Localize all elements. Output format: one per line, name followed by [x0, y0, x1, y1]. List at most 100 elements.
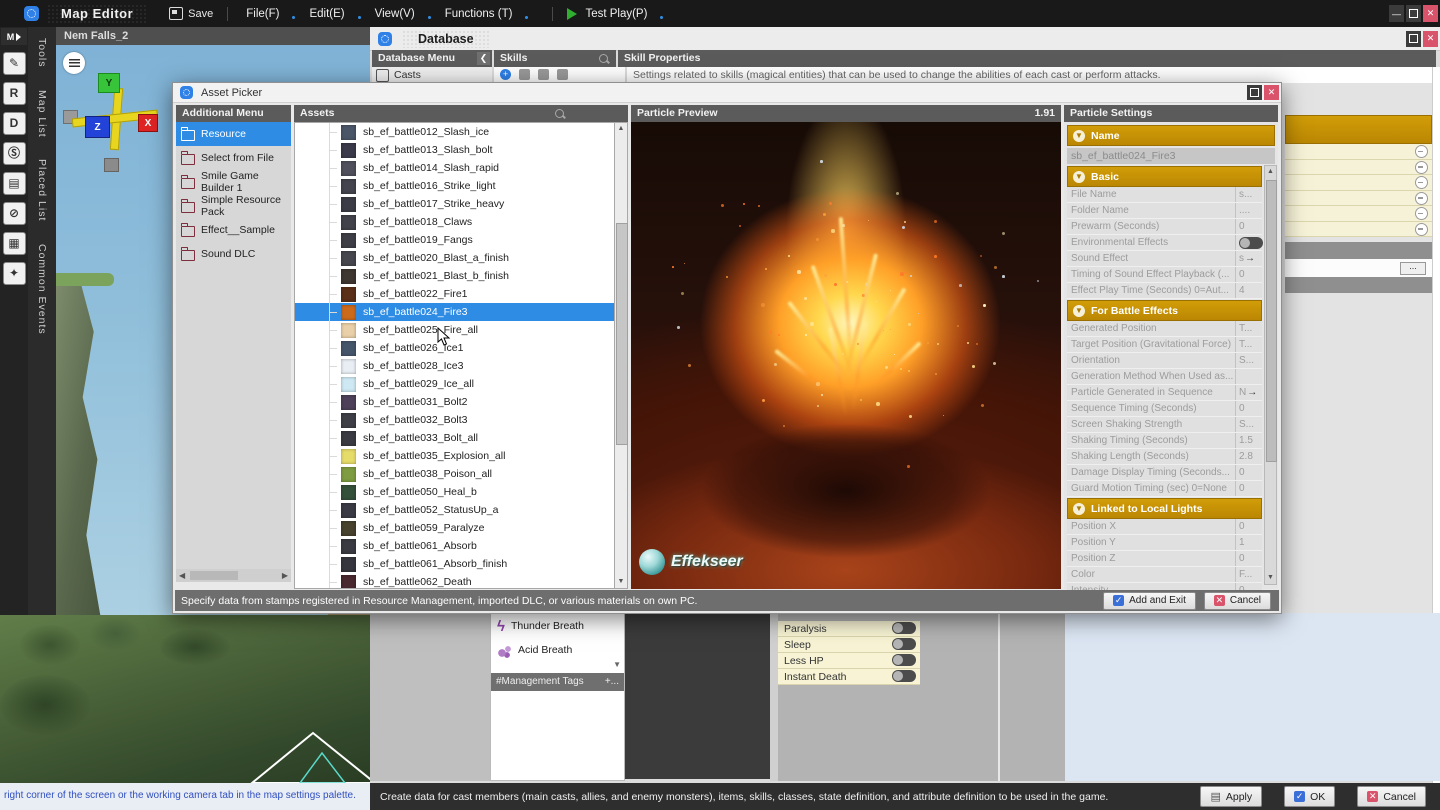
list-item[interactable]: sb_ef_battle052_StatusUp_a — [295, 501, 627, 519]
close-button[interactable]: ✕ — [1264, 85, 1279, 100]
property-row[interactable]: Particle Generated in SequenceN→ — [1067, 385, 1262, 401]
property-row[interactable]: Shaking Timing (Seconds)1.5 — [1067, 433, 1262, 449]
scrollbar-thumb[interactable] — [1266, 180, 1277, 462]
side-tab-map-list[interactable]: Map List — [36, 79, 48, 149]
toggle-switch[interactable] — [892, 654, 916, 666]
table-row[interactable] — [1285, 206, 1432, 222]
menu-item-view-v[interactable]: View(V) — [371, 8, 419, 20]
system-tool-icon[interactable]: Ⓢ — [3, 142, 26, 165]
scroll-left-icon[interactable]: ◀ — [179, 571, 185, 580]
property-row[interactable]: Sequence Timing (Seconds)0 — [1067, 401, 1262, 417]
section-header-linked-to-local-lights[interactable]: ▼Linked to Local Lights — [1067, 498, 1262, 519]
property-row[interactable]: Target Position (Gravitational Force)T..… — [1067, 337, 1262, 353]
menu-item-functions-t[interactable]: Functions (T) — [441, 8, 517, 20]
side-tab-placed-list[interactable]: Placed List — [36, 148, 48, 232]
list-item[interactable]: sb_ef_battle016_Strike_light — [295, 177, 627, 195]
cancel-button[interactable]: ✕ Cancel — [1204, 592, 1271, 610]
state-row-sleep[interactable]: Sleep — [778, 637, 920, 653]
delete-icon[interactable] — [557, 69, 568, 80]
cancel-button[interactable]: ✕ Cancel — [1357, 786, 1426, 807]
vertical-scrollbar[interactable]: ▲ ▼ — [614, 122, 628, 589]
ellipsis-button[interactable]: ... — [1400, 262, 1426, 275]
list-item[interactable]: sb_ef_battle062_Death — [295, 573, 627, 589]
property-row[interactable]: Position Y1 — [1067, 535, 1262, 551]
restore-button[interactable] — [1406, 31, 1421, 47]
scroll-down-icon[interactable]: ▼ — [613, 660, 621, 669]
particle-preview-canvas[interactable]: Effekseer — [631, 122, 1061, 589]
menu-item-sound-dlc[interactable]: Sound DLC — [176, 242, 291, 266]
scroll-up-icon[interactable]: ▲ — [1265, 166, 1276, 178]
list-item[interactable]: sb_ef_battle032_Bolt3 — [295, 411, 627, 429]
property-row[interactable]: ColorF... — [1067, 567, 1262, 583]
list-item[interactable]: sb_ef_battle026_Ice1 — [295, 339, 627, 357]
minus-icon[interactable] — [1415, 161, 1428, 174]
list-item[interactable]: sb_ef_battle013_Slash_bolt — [295, 141, 627, 159]
add-tag-button[interactable]: +... — [605, 673, 619, 691]
section-header-name[interactable]: ▼ Name — [1067, 125, 1275, 146]
test-play-button[interactable]: Test Play(P) — [567, 8, 651, 20]
toggle-switch[interactable] — [892, 638, 916, 650]
property-row[interactable]: Folder Name.... — [1067, 203, 1262, 219]
list-item[interactable]: sb_ef_battle020_Blast_a_finish — [295, 249, 627, 267]
menu-item-smile-game-builder-1[interactable]: Smile Game Builder 1 — [176, 170, 291, 194]
scrollbar-thumb[interactable] — [190, 571, 238, 580]
scrollbar-thumb[interactable] — [616, 223, 628, 445]
state-row-paralysis[interactable]: Paralysis — [778, 621, 920, 637]
minus-icon[interactable] — [1415, 207, 1428, 220]
property-row[interactable]: Prewarm (Seconds)0 — [1067, 219, 1262, 235]
property-row[interactable]: Environmental Effects — [1067, 235, 1262, 251]
property-row[interactable]: Screen Shaking StrengthS... — [1067, 417, 1262, 433]
database-tool-icon[interactable]: D — [3, 112, 26, 135]
list-item[interactable]: sb_ef_battle024_Fire3 — [295, 303, 627, 321]
scroll-down-icon[interactable]: ▼ — [615, 576, 627, 588]
zoom-tool-icon[interactable]: ⊘ — [3, 202, 26, 225]
list-item[interactable]: sb_ef_battle017_Strike_heavy — [295, 195, 627, 213]
properties-section-header[interactable] — [1285, 115, 1432, 144]
list-item[interactable]: sb_ef_battle035_Explosion_all — [295, 447, 627, 465]
scroll-down-icon[interactable]: ▼ — [1265, 572, 1276, 584]
menu-item-resource[interactable]: Resource — [176, 122, 291, 146]
table-row[interactable] — [1285, 160, 1432, 176]
restore-button[interactable] — [1247, 85, 1262, 100]
restore-button[interactable] — [1406, 5, 1421, 22]
toggle-switch[interactable] — [1239, 237, 1263, 249]
folder-icon[interactable] — [519, 69, 530, 80]
scroll-up-icon[interactable]: ▲ — [615, 123, 627, 135]
vertical-scrollbar[interactable]: ▲ ▼ — [1264, 165, 1277, 585]
menu-item-simple-resource-pack[interactable]: Simple Resource Pack — [176, 194, 291, 218]
apply-button[interactable]: ▤ Apply — [1200, 786, 1262, 807]
stamp-pen-tool-icon[interactable]: ✎ — [3, 52, 26, 75]
menu-item-file-f[interactable]: File(F) — [242, 8, 283, 20]
paste-icon[interactable] — [538, 69, 549, 80]
property-row[interactable]: File Names... — [1067, 187, 1262, 203]
property-row[interactable]: Damage Display Timing (Seconds...0 — [1067, 465, 1262, 481]
minus-icon[interactable] — [1415, 223, 1428, 236]
section-header-basic[interactable]: ▼Basic — [1067, 166, 1262, 187]
table-row[interactable] — [1285, 222, 1432, 238]
save-button[interactable]: Save — [169, 7, 213, 20]
state-row-less-hp[interactable]: Less HP — [778, 653, 920, 669]
arrow-right-icon[interactable]: → — [1247, 387, 1257, 398]
state-row-instant-death[interactable]: Instant Death — [778, 669, 920, 685]
table-row[interactable] — [1285, 175, 1432, 191]
add-skill-icon[interactable]: + — [500, 69, 511, 80]
horizontal-scrollbar[interactable]: ◀ ▶ — [176, 569, 291, 582]
gizmo-y-cube[interactable]: Y — [98, 73, 120, 93]
list-item[interactable]: sb_ef_battle022_Fire1 — [295, 285, 627, 303]
side-tab-common-events[interactable]: Common Events — [36, 233, 48, 346]
arrow-right-icon[interactable]: → — [1245, 253, 1255, 264]
close-button[interactable]: ✕ — [1423, 5, 1438, 22]
list-item[interactable]: sb_ef_battle018_Claws — [295, 213, 627, 231]
map-menu-toggle-button[interactable]: M — [1, 28, 27, 45]
gizmo-z-cube[interactable]: Z — [85, 116, 110, 138]
skill-item-thunder-breath[interactable]: ϟThunder Breath — [491, 614, 624, 638]
property-row[interactable]: Generated PositionT... — [1067, 321, 1262, 337]
list-item[interactable]: sb_ef_battle061_Absorb — [295, 537, 627, 555]
menu-item-select-from-file[interactable]: Select from File — [176, 146, 291, 170]
list-item[interactable]: sb_ef_battle061_Absorb_finish — [295, 555, 627, 573]
toggle-switch[interactable] — [892, 622, 916, 634]
collapse-chevron-button[interactable]: ❮ — [477, 52, 490, 65]
scroll-right-icon[interactable]: ▶ — [282, 571, 288, 580]
minus-icon[interactable] — [1415, 145, 1428, 158]
toggle-switch[interactable] — [892, 670, 916, 682]
